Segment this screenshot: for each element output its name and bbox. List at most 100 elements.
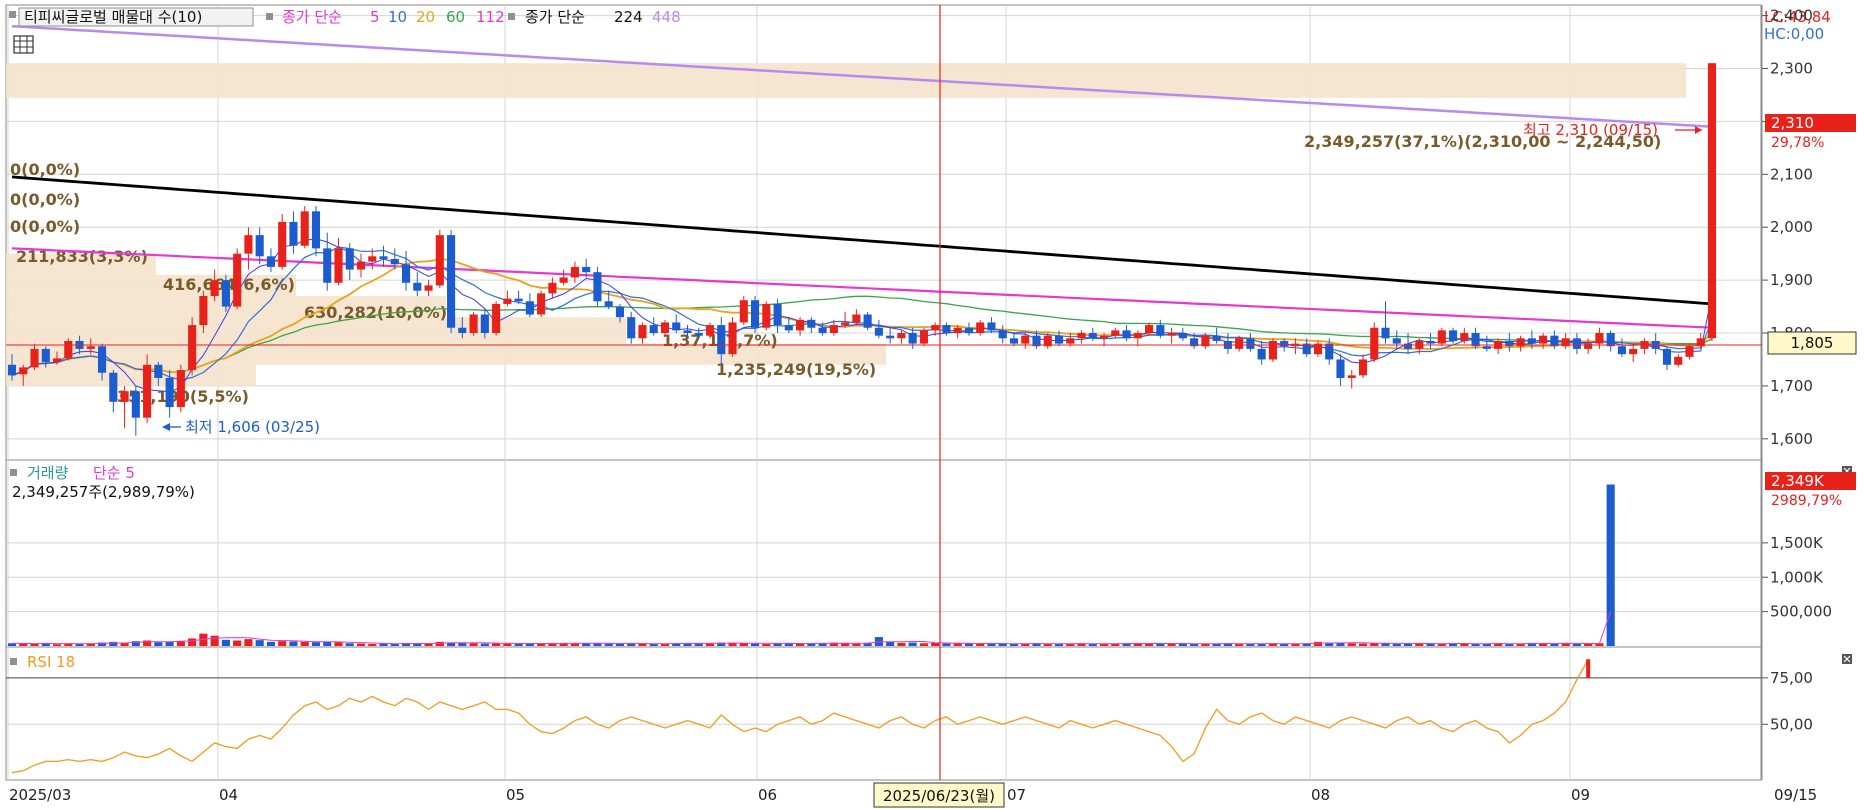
volume-bar — [109, 641, 118, 646]
volume-bar — [480, 643, 489, 646]
candle-up — [841, 322, 850, 326]
candle-up — [953, 327, 962, 334]
volume-bar — [863, 643, 872, 646]
candle-up — [1674, 356, 1683, 365]
band-label: 1,235,249(19,5%) — [716, 360, 876, 379]
volume-bar — [1043, 643, 1052, 646]
candle-up — [705, 325, 715, 336]
volume-bar — [514, 643, 523, 646]
volume-bar — [1606, 484, 1615, 646]
candle-up — [424, 285, 433, 291]
candle-up — [570, 266, 579, 278]
candle-down — [593, 272, 602, 302]
volume-bar — [931, 642, 940, 646]
stock-name: 티피씨글로벌 매물대 수(10) — [24, 8, 202, 26]
candle-up — [143, 364, 152, 418]
volume-bar — [323, 641, 332, 646]
volume-bar — [1370, 643, 1379, 646]
rsi-overbought-bar — [1586, 659, 1591, 678]
volume-bar — [1358, 643, 1368, 646]
candle-down — [863, 314, 872, 328]
stock-chart[interactable]: 0(0,0%)0(0,0%)0(0,0%)211,833(3,3%)416,66… — [0, 0, 1864, 809]
band-label: 630,282(10,0%) — [304, 303, 447, 322]
volume-bar — [345, 643, 354, 646]
volume-tick-label: 1,000K — [1770, 568, 1824, 586]
candle-up — [435, 235, 444, 286]
crosshair-date: 2025/06/23(월) — [883, 787, 995, 805]
candle-up — [1358, 359, 1368, 376]
volume-title: 거래량 — [27, 464, 69, 482]
candle-down — [1156, 325, 1165, 336]
candle-down — [345, 248, 354, 270]
band-label: 0(0,0%) — [10, 190, 80, 209]
candle-down — [1122, 330, 1131, 339]
rsi-close-icon[interactable] — [1842, 654, 1852, 664]
candle-up — [120, 391, 129, 402]
rsi-tick-label: 50,00 — [1770, 715, 1813, 733]
table-icon[interactable] — [13, 35, 34, 54]
candle-up — [548, 282, 557, 294]
candle-up — [1077, 333, 1086, 339]
volume-bar — [964, 643, 974, 646]
volume-bar — [750, 643, 760, 646]
volume-bar — [75, 643, 84, 646]
date-tick-label: 07 — [1007, 786, 1026, 804]
candle-up — [334, 248, 343, 283]
candle-down — [649, 325, 658, 334]
candle-up — [188, 325, 197, 371]
candle-down — [1617, 346, 1626, 355]
candle-down — [1527, 338, 1536, 344]
volume-bar — [379, 643, 388, 646]
candle-down — [1662, 348, 1672, 365]
candle-down — [683, 330, 692, 334]
candle-up — [356, 261, 366, 270]
candle-down — [627, 317, 636, 339]
candle-down — [1325, 343, 1334, 360]
price-tick-label: 1,600 — [1770, 430, 1813, 448]
volume-bar — [1167, 643, 1176, 646]
volume-bar — [1347, 643, 1356, 646]
candle-down — [289, 221, 298, 246]
ma-period-60: 60 — [446, 8, 465, 26]
candle-down — [1471, 333, 1480, 347]
volume-bar — [908, 642, 917, 646]
volume-bar — [278, 641, 287, 646]
volume-bar — [311, 642, 321, 646]
candle-down — [1482, 346, 1491, 349]
candle-up — [278, 221, 287, 267]
candle-down — [1257, 348, 1266, 360]
volume-bar — [976, 643, 985, 646]
candle-down — [1403, 343, 1413, 349]
volume-summary: 2,349,257주(2,989,79%) — [12, 483, 195, 501]
volume-bar — [1471, 643, 1480, 646]
candle-down — [987, 322, 996, 331]
candle-down — [1449, 330, 1458, 341]
volume-bar — [458, 642, 467, 646]
candle-down — [323, 248, 332, 283]
ma-period-224: 224 — [614, 8, 643, 26]
candle-up — [503, 298, 512, 304]
candle-down — [221, 280, 230, 307]
volume-bar — [435, 641, 444, 646]
price-tick-label: 2,300 — [1770, 59, 1813, 77]
volume-bar — [1257, 643, 1266, 646]
volume-bar — [1437, 643, 1446, 646]
price-tick-label: 2,400 — [1770, 7, 1813, 25]
candle-down — [615, 306, 624, 318]
ma-long-prefix: 종가 단순 — [525, 8, 585, 26]
volume-bar — [762, 643, 771, 646]
candle-up — [762, 303, 771, 328]
volume-bar — [188, 638, 197, 646]
legend-bullet-icon — [10, 658, 17, 665]
candle-up — [796, 319, 805, 331]
candle-down — [311, 211, 321, 249]
volume-bar — [919, 643, 928, 646]
candle-down — [886, 335, 895, 339]
candle-down — [401, 264, 411, 283]
volume-bar — [570, 643, 579, 646]
candle-up — [638, 325, 647, 339]
current-price-tag: 1,805 — [1767, 331, 1857, 355]
candle-down — [1336, 359, 1345, 378]
candle-down — [672, 322, 681, 331]
candle-up — [30, 348, 39, 368]
